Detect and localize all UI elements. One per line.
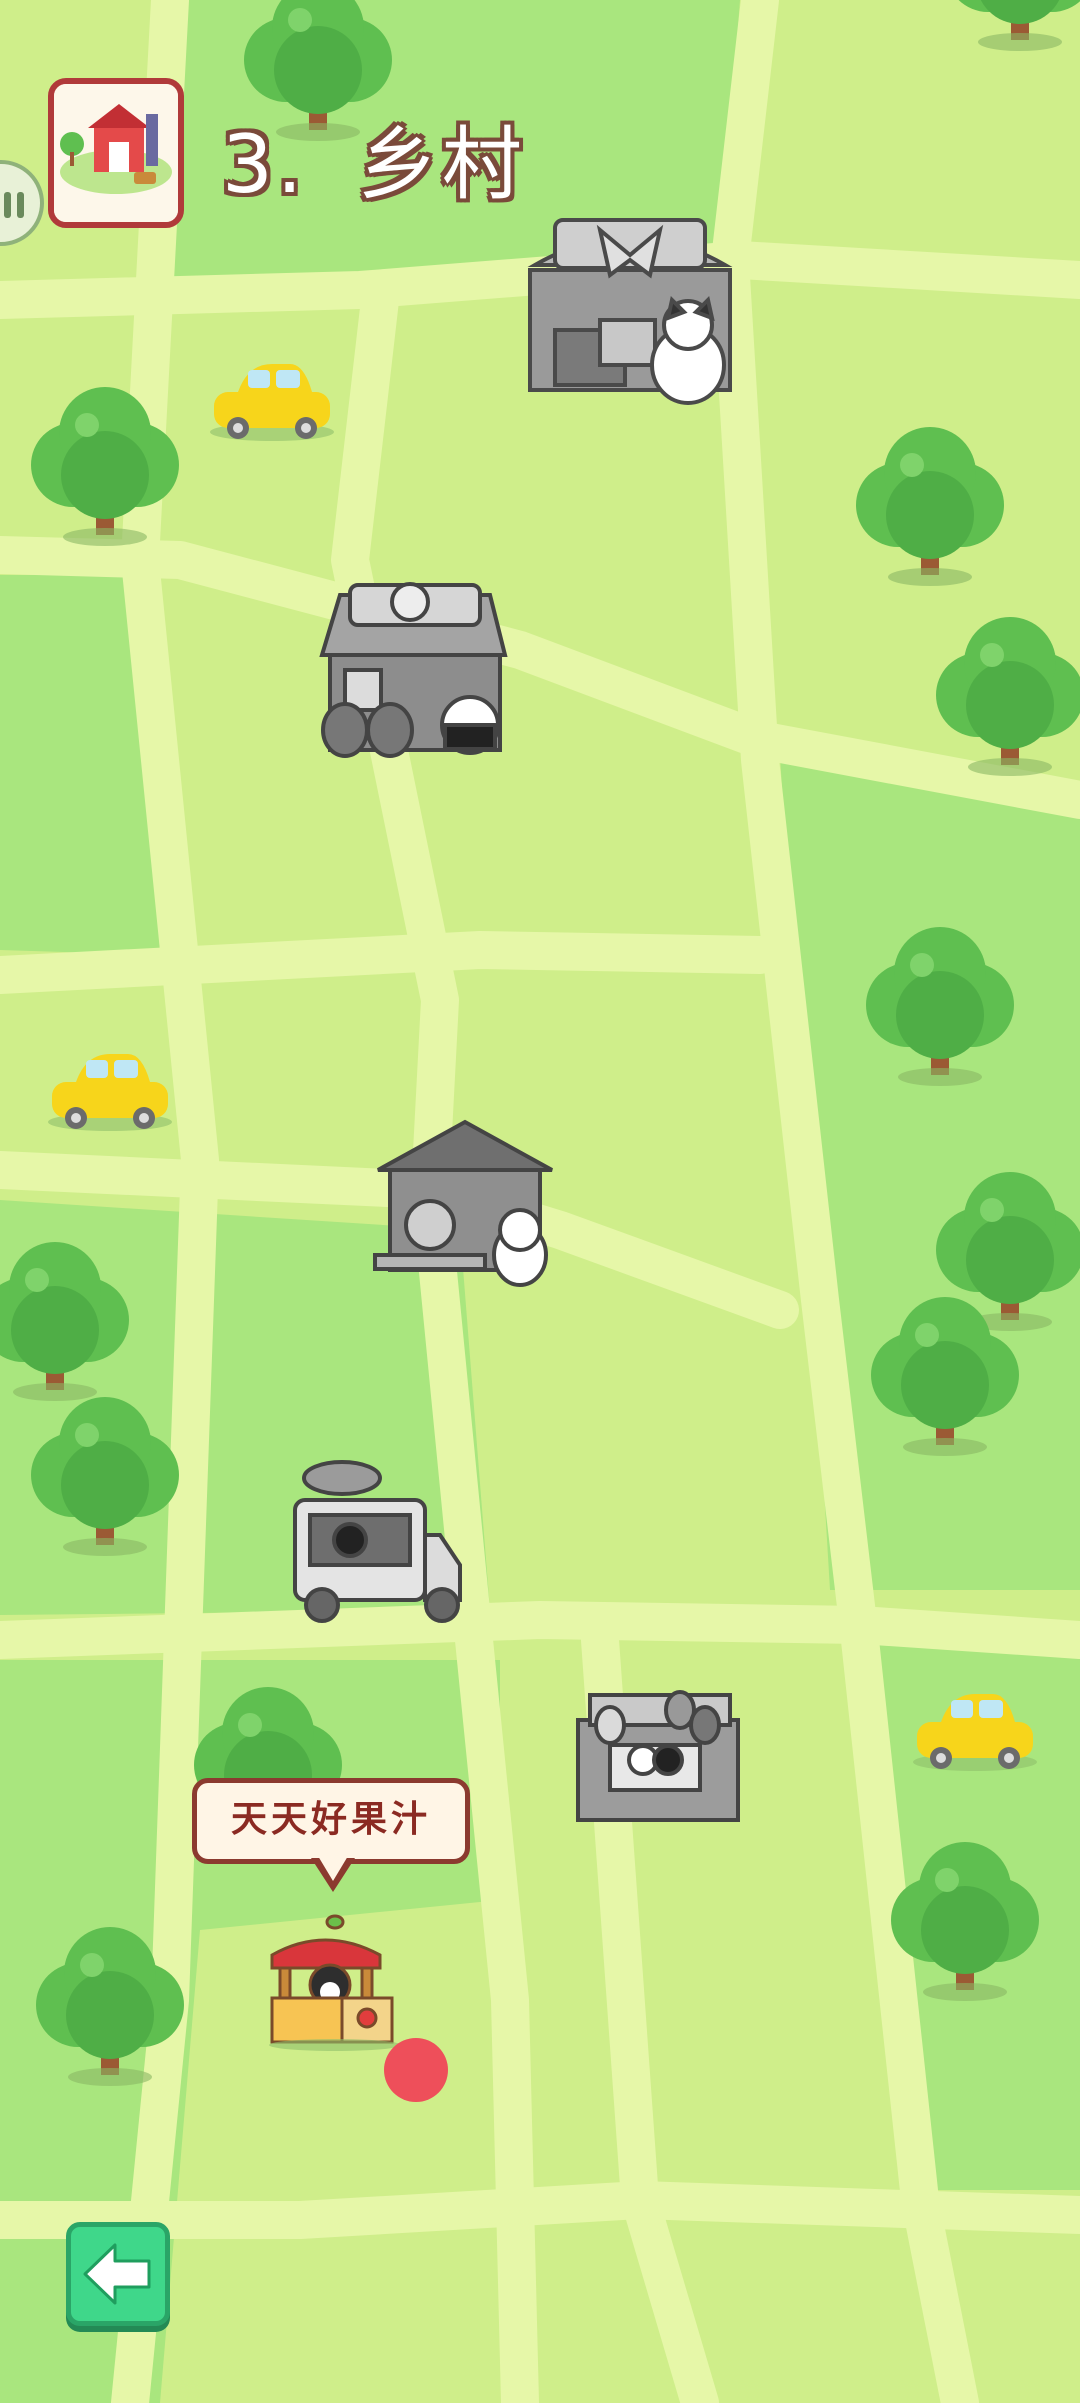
level-icon[interactable] <box>48 78 184 228</box>
farm-barn-icon <box>54 84 178 222</box>
village-map[interactable] <box>0 0 1080 2403</box>
shop-clover-cottage[interactable] <box>319 582 508 758</box>
back-arrow-icon <box>83 2243 151 2305</box>
level-name: 乡村 <box>357 118 526 211</box>
shop-name-label: 天天好果汁 <box>230 1799 431 1840</box>
shop-name-bubble: 天天好果汁 <box>192 1778 470 1864</box>
shop-bakery-stall[interactable] <box>527 218 733 405</box>
pause-icon-bar <box>17 192 24 218</box>
level-title: 3. 乡村 <box>222 100 526 216</box>
notification-dot <box>384 2038 448 2102</box>
pause-icon <box>4 192 11 218</box>
bubble-tail <box>311 1856 355 1892</box>
shop-balloon-stand[interactable] <box>576 1690 740 1822</box>
back-button[interactable] <box>66 2222 170 2326</box>
level-number: 3. <box>222 118 307 211</box>
